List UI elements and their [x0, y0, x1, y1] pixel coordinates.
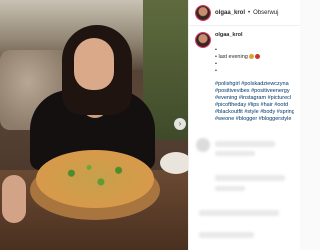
- post-side-panel: olgaa_krol • Obserwuj olgaa_krol • • las…: [188, 0, 300, 250]
- blurred-comment: [199, 210, 279, 216]
- caption: olgaa_krol • • last evening • • #polishg…: [189, 26, 300, 123]
- pizza: [36, 150, 154, 208]
- post-photo[interactable]: ›: [0, 0, 188, 250]
- carousel-next-button[interactable]: ›: [174, 118, 186, 130]
- caption-line: olgaa_krol: [215, 32, 243, 39]
- caption-dot-line: •: [215, 47, 217, 53]
- hashtag-line[interactable]: #positivevibes #positiveenergy: [215, 88, 294, 95]
- person-hand: [2, 175, 26, 223]
- plate: [160, 152, 188, 174]
- hashtag-line[interactable]: #polishgirl #polskadziewczyna: [215, 81, 294, 88]
- post-header: olgaa_krol • Obserwuj: [189, 0, 300, 26]
- caption-dot: •: [215, 54, 217, 60]
- blurred-comment: [199, 232, 254, 238]
- avatar[interactable]: [196, 5, 210, 20]
- follow-button[interactable]: Obserwuj: [253, 10, 278, 16]
- emoji-icon: [255, 54, 261, 60]
- blurred-comment: [215, 151, 255, 156]
- comment-avatar: [196, 138, 210, 152]
- caption-avatar[interactable]: [196, 33, 210, 47]
- person-face: [74, 38, 114, 90]
- caption-dot-line: • last evening: [196, 54, 294, 61]
- blurred-comment: [215, 141, 275, 147]
- blurred-comment: [215, 186, 245, 191]
- hashtag-line[interactable]: #evening #instagram #picturecl: [215, 95, 294, 102]
- hashtag-line[interactable]: #blackoutfit #style #body #spring: [215, 109, 294, 116]
- caption-first-row: olgaa_krol: [196, 32, 294, 47]
- caption-username[interactable]: olgaa_krol: [215, 32, 243, 38]
- caption-dot-line: •: [215, 68, 217, 74]
- hashtag-block: #polishgirl #polskadziewczyna #positivev…: [196, 81, 294, 123]
- hashtag-line[interactable]: #picoftheday #lips #hair #ootd: [215, 102, 294, 109]
- blurred-comment: [215, 175, 285, 181]
- header-username[interactable]: olgaa_krol: [215, 10, 245, 16]
- separator-dot: •: [248, 9, 251, 16]
- caption-text: last evening: [218, 54, 248, 60]
- hashtag-line[interactable]: #weone #blogger #bloggerstyle: [215, 116, 294, 123]
- emoji-icon: [249, 54, 255, 60]
- caption-dot-line: •: [215, 61, 217, 67]
